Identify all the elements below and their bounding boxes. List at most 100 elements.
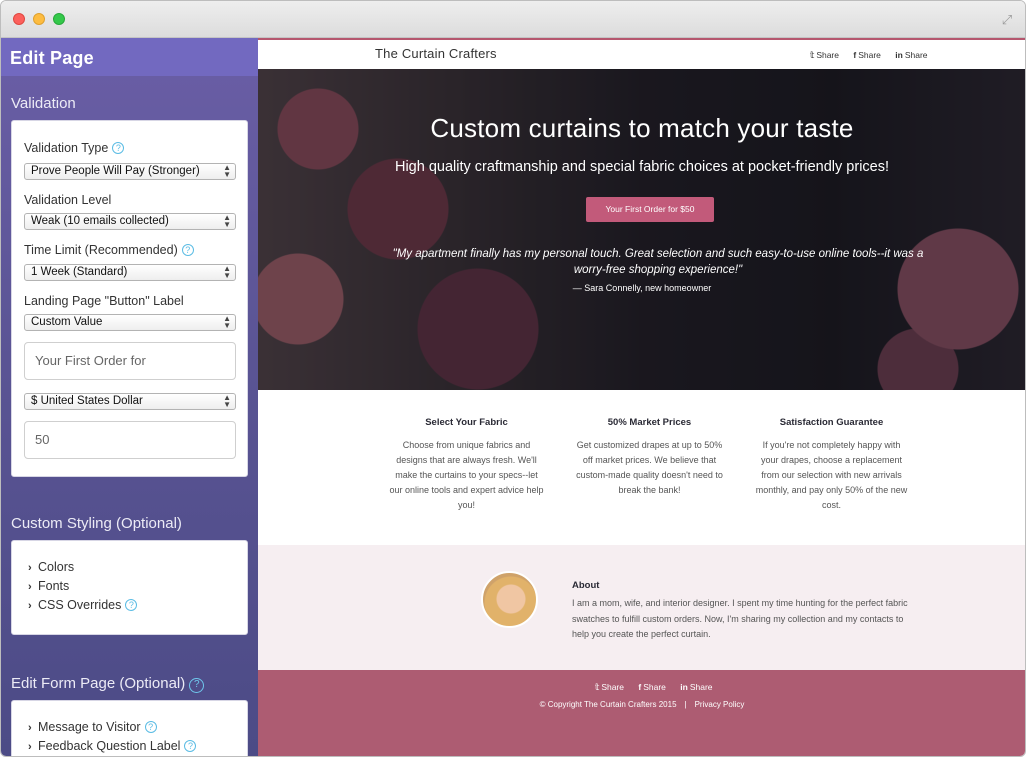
help-icon[interactable]: ? xyxy=(112,142,125,154)
chevron-right-icon: › xyxy=(28,722,32,734)
privacy-policy-link[interactable]: Privacy Policy xyxy=(695,700,745,709)
linkedin-icon: in xyxy=(895,50,903,60)
validation-type-value: Prove People Will Pay (Stronger) xyxy=(31,165,200,177)
currency-select[interactable]: $ United States Dollar ▲ ▼ xyxy=(24,393,236,410)
message-to-visitor-item[interactable]: › Message to Visitor? xyxy=(28,720,157,734)
facebook-share-link[interactable]: f Share xyxy=(638,682,672,692)
edit-form-page-card: › Message to Visitor? › Feedback Question … xyxy=(11,700,248,756)
select-arrows-icon: ▲ ▼ xyxy=(223,213,231,229)
feedback-question-item[interactable]: › Feedback Question Label? xyxy=(28,739,197,753)
close-window-button[interactable] xyxy=(13,13,25,25)
edit-form-page-section-title: Edit Form Page (Optional)? xyxy=(11,675,205,693)
share-label: Share xyxy=(858,50,881,60)
testimonial-quote: "My apartment finally has my personal to… xyxy=(392,248,924,276)
validation-type-label: Validation Type? xyxy=(24,141,125,155)
button-label-value: Custom Value xyxy=(31,316,103,328)
hero-cta-button[interactable]: Your First Order for $50 xyxy=(586,197,714,222)
twitter-share-link[interactable]: 𝕥 Share xyxy=(810,50,845,60)
features-section: Select Your Fabric Choose from unique fa… xyxy=(258,390,1025,545)
select-arrows-icon: ▲ ▼ xyxy=(223,163,231,179)
twitter-share-link[interactable]: 𝕥 Share xyxy=(595,682,630,692)
about-title: About xyxy=(572,580,600,591)
testimonial-author: — Sara Connelly, new homeowner xyxy=(572,283,712,293)
time-limit-label: Time Limit (Recommended)? xyxy=(24,243,194,257)
zoom-window-button[interactable] xyxy=(53,13,65,25)
help-icon[interactable]: ? xyxy=(181,244,194,256)
validation-section-title: Validation xyxy=(11,95,76,112)
chevron-right-icon: › xyxy=(28,581,32,593)
select-arrows-icon: ▲ ▼ xyxy=(223,314,231,330)
share-label: Share xyxy=(816,50,839,60)
time-limit-label-text: Time Limit (Recommended) xyxy=(24,243,178,257)
fonts-item[interactable]: › Fonts xyxy=(28,579,69,593)
facebook-icon: f xyxy=(853,50,857,60)
chevron-right-icon: › xyxy=(28,562,32,574)
linkedin-icon: in xyxy=(680,682,688,692)
site-footer: 𝕥 Share f Share in Share © Copyright The Cu… xyxy=(258,670,1025,756)
linkedin-share-link[interactable]: in Share xyxy=(680,682,718,692)
currency-value: $ United States Dollar xyxy=(31,395,143,407)
message-to-visitor-label: Message to Visitor xyxy=(38,720,141,734)
about-text: I am a mom, wife, and interior designer.… xyxy=(572,598,908,639)
feedback-question-label: Feedback Question Label xyxy=(38,739,181,753)
validation-level-label: Validation Level xyxy=(24,193,112,207)
feature-title: Select Your Fabric xyxy=(425,417,508,428)
validation-level-value: Weak (10 emails collected) xyxy=(31,215,169,227)
custom-styling-section-title: Custom Styling (Optional) xyxy=(11,515,182,532)
footer-copyright-row: © Copyright The Curtain Crafters 2015 | Pr… xyxy=(258,700,1025,709)
validation-type-select[interactable]: Prove People Will Pay (Stronger) ▲ ▼ xyxy=(24,163,236,180)
time-limit-select[interactable]: 1 Week (Standard) ▲ ▼ xyxy=(24,264,236,281)
validation-type-label-text: Validation Type xyxy=(24,141,109,155)
linkedin-share-link[interactable]: in Share xyxy=(895,50,933,60)
button-label-label: Landing Page "Button" Label xyxy=(24,294,184,308)
help-icon[interactable]: ? xyxy=(144,721,157,733)
feature-prices: 50% Market Prices Get customized drapes … xyxy=(572,390,727,498)
hero-section: Custom curtains to match your taste High… xyxy=(258,69,1025,390)
select-arrows-icon: ▲ ▼ xyxy=(223,393,231,409)
time-limit-value: 1 Week (Standard) xyxy=(31,266,128,278)
facebook-share-link[interactable]: f Share xyxy=(853,50,887,60)
colors-item-label: Colors xyxy=(38,560,75,574)
fullscreen-icon[interactable]: ⤢ xyxy=(999,12,1015,28)
feature-text: Get customized drapes at up to 50% off m… xyxy=(576,440,723,495)
colors-item[interactable]: › Colors xyxy=(28,560,74,574)
browser-window: ⤢ Edit Page Validation Validation Type? … xyxy=(0,0,1026,757)
chevron-right-icon: › xyxy=(28,600,32,612)
feature-title: 50% Market Prices xyxy=(607,417,692,428)
validation-card: Validation Type? Prove People Will Pay (… xyxy=(11,120,248,477)
edit-form-page-title-text: Edit Form Page (Optional) xyxy=(11,675,186,692)
custom-styling-card: › Colors › Fonts › CSS Overrides? xyxy=(11,540,248,635)
share-label: Share xyxy=(689,682,713,692)
twitter-icon: 𝕥 xyxy=(810,50,815,60)
custom-button-text-input[interactable]: Your First Order for xyxy=(24,342,236,380)
help-icon[interactable]: ? xyxy=(189,678,205,693)
button-label-select[interactable]: Custom Value ▲ ▼ xyxy=(24,314,236,331)
share-label: Share xyxy=(643,682,666,692)
copyright-text: © Copyright The Curtain Crafters 2015 xyxy=(539,700,677,709)
css-overrides-item[interactable]: › CSS Overrides? xyxy=(28,598,138,612)
help-icon[interactable]: ? xyxy=(184,740,197,752)
twitter-icon: 𝕥 xyxy=(595,682,600,692)
share-label: Share xyxy=(601,682,624,692)
avatar xyxy=(481,571,538,628)
footer-separator: | xyxy=(684,700,687,709)
landing-page-preview: The Curtain Crafters 𝕥 Share f Share in Sha… xyxy=(258,38,1025,756)
validation-level-select[interactable]: Weak (10 emails collected) ▲ ▼ xyxy=(24,213,236,230)
feature-text: Choose from unique fabrics and designs t… xyxy=(389,440,544,510)
amount-input[interactable]: 50 xyxy=(24,421,236,459)
help-icon[interactable]: ? xyxy=(125,599,138,611)
site-nav: The Curtain Crafters 𝕥 Share f Share in Sha… xyxy=(258,40,1025,69)
site-brand[interactable]: The Curtain Crafters xyxy=(375,46,497,61)
css-overrides-item-label: CSS Overrides xyxy=(38,598,122,612)
sidebar-title: Edit Page xyxy=(1,38,258,76)
share-label: Share xyxy=(904,50,928,60)
feature-text: If you're not completely happy with your… xyxy=(755,440,908,510)
chevron-right-icon: › xyxy=(28,741,32,753)
select-arrows-icon: ▲ ▼ xyxy=(223,264,231,280)
edit-sidebar: Edit Page Validation Validation Type? Pr… xyxy=(1,38,258,756)
minimize-window-button[interactable] xyxy=(33,13,45,25)
footer-share-row: 𝕥 Share f Share in Share xyxy=(595,682,725,693)
hero-title: Custom curtains to match your taste xyxy=(430,113,854,143)
about-section: About I am a mom, wife, and interior des… xyxy=(258,545,1025,670)
facebook-icon: f xyxy=(638,682,642,692)
